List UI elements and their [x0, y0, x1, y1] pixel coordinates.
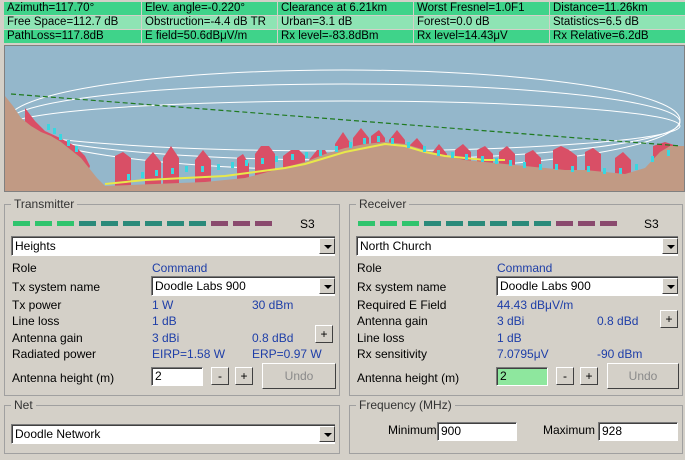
- stat-distance: Distance=11.26km: [550, 2, 685, 15]
- frequency-max-label: Maximum: [543, 423, 596, 437]
- rx-sensitivity-label: Rx sensitivity: [357, 347, 428, 361]
- stat-urban: Urban=3.1 dB: [278, 16, 413, 29]
- stat-rx-level-uv: Rx level=14.43μV: [414, 30, 549, 43]
- stat-free-space: Free Space=112.7 dB: [4, 16, 141, 29]
- transmitter-title: Transmitter: [11, 197, 78, 211]
- stat-azimuth: Azimuth=117.70°: [4, 2, 141, 15]
- rx-height-plus-button[interactable]: +: [580, 367, 598, 385]
- rx-sensitivity-dbm[interactable]: -90 dBm: [597, 347, 642, 361]
- tx-gain-label: Antenna gain: [12, 331, 83, 345]
- stat-rx-level-dbm: Rx level=-83.8dBm: [278, 30, 413, 43]
- net-value: Doodle Network: [15, 427, 101, 441]
- rx-height-minus-button[interactable]: -: [556, 367, 574, 385]
- rx-lineloss-value[interactable]: 1 dB: [497, 331, 522, 345]
- terrain-profile-view[interactable]: [4, 45, 685, 192]
- rx-role-value: Command: [497, 261, 553, 275]
- rx-lineloss-label: Line loss: [357, 331, 405, 345]
- rx-gain-plus-button[interactable]: +: [660, 310, 678, 328]
- frequency-min-label: Minimum: [388, 423, 437, 437]
- tx-height-input[interactable]: 2: [151, 367, 203, 386]
- rx-signal-meter: [358, 221, 630, 226]
- rx-sensitivity-uv[interactable]: 7.0795μV: [497, 347, 549, 361]
- frequency-panel: Frequency (MHz) Minimum 900 Maximum 928: [349, 398, 683, 454]
- frequency-min-input[interactable]: 900: [437, 422, 517, 441]
- receiver-title: Receiver: [356, 197, 410, 211]
- rx-height-input[interactable]: 2: [496, 367, 548, 386]
- stat-pathloss: PathLoss=117.8dB: [4, 30, 141, 43]
- tx-height-minus-button[interactable]: -: [211, 367, 229, 385]
- rx-system-value: Doodle Labs 900: [500, 279, 591, 293]
- tx-power-watts[interactable]: 1 W: [152, 298, 173, 312]
- chevron-down-icon[interactable]: [319, 278, 335, 294]
- rx-height-label: Antenna height (m): [357, 371, 460, 385]
- tx-system-label: Tx system name: [12, 280, 101, 294]
- rx-undo-button[interactable]: Undo: [607, 363, 679, 389]
- frequency-max-input[interactable]: 928: [598, 422, 678, 441]
- chevron-down-icon[interactable]: [662, 238, 678, 254]
- chevron-down-icon[interactable]: [662, 278, 678, 294]
- receiver-panel: Receiver S3 North Church Role Command Rx…: [349, 197, 683, 396]
- terrain-profile-graphic: [5, 69, 684, 191]
- rx-gain-dbd[interactable]: 0.8 dBd: [597, 314, 638, 328]
- tx-site-select[interactable]: Heights: [11, 236, 335, 256]
- chevron-down-icon[interactable]: [319, 426, 335, 442]
- tx-gain-dbi[interactable]: 3 dBi: [152, 331, 179, 345]
- tx-system-value: Doodle Labs 900: [155, 279, 246, 293]
- tx-height-plus-button[interactable]: +: [235, 367, 253, 385]
- tx-power-label: Tx power: [12, 298, 62, 312]
- tx-erp: ERP=0.97 W: [252, 347, 322, 361]
- stat-forest: Forest=0.0 dB: [414, 16, 549, 29]
- tx-gain-dbd[interactable]: 0.8 dBd: [252, 331, 293, 345]
- rx-system-label: Rx system name: [357, 280, 447, 294]
- tx-site-value: Heights: [15, 239, 56, 253]
- stat-rx-relative: Rx Relative=6.2dB: [550, 30, 685, 43]
- tx-power-dbm[interactable]: 30 dBm: [252, 298, 293, 312]
- stat-obstruction: Obstruction=-4.4 dB TR: [142, 16, 277, 29]
- stat-elevation: Elev. angle=-0.220°: [142, 2, 277, 15]
- rx-efield-value: 44.43 dBμV/m: [497, 298, 574, 312]
- rx-gain-dbi[interactable]: 3 dBi: [497, 314, 524, 328]
- rx-gain-label: Antenna gain: [357, 314, 428, 328]
- net-panel: Net Doodle Network: [4, 398, 340, 454]
- tx-radiated-label: Radiated power: [12, 347, 97, 361]
- stat-fresnel: Worst Fresnel=1.0F1: [414, 2, 549, 15]
- tx-lineloss-value[interactable]: 1 dB: [152, 314, 177, 328]
- transmitter-panel: Transmitter S3 Heights Role Command Tx s…: [4, 197, 340, 396]
- rx-site-select[interactable]: North Church: [356, 236, 678, 256]
- tx-eirp: EIRP=1.58 W: [152, 347, 226, 361]
- chevron-down-icon[interactable]: [319, 238, 335, 254]
- tx-lineloss-label: Line loss: [12, 314, 60, 328]
- rx-efield-label: Required E Field: [357, 298, 447, 312]
- rx-role-label: Role: [357, 261, 382, 275]
- tx-system-select[interactable]: Doodle Labs 900: [151, 276, 335, 296]
- rx-signal-label: S3: [644, 217, 659, 231]
- stat-statistics: Statistics=6.5 dB: [550, 16, 685, 29]
- tx-gain-plus-button[interactable]: +: [315, 325, 333, 343]
- tx-role-label: Role: [12, 261, 37, 275]
- net-title: Net: [11, 398, 36, 412]
- rx-system-select[interactable]: Doodle Labs 900: [496, 276, 678, 296]
- tx-signal-label: S3: [300, 217, 315, 231]
- tx-undo-button[interactable]: Undo: [262, 363, 336, 389]
- frequency-title: Frequency (MHz): [356, 398, 455, 412]
- tx-height-label: Antenna height (m): [12, 371, 115, 385]
- tx-role-value: Command: [152, 261, 208, 275]
- link-stats-grid: Azimuth=117.70° Elev. angle=-0.220° Clea…: [4, 2, 685, 44]
- stat-efield: E field=50.6dBμV/m: [142, 30, 277, 43]
- stat-clearance: Clearance at 6.21km: [278, 2, 413, 15]
- rx-site-value: North Church: [360, 239, 432, 253]
- net-select[interactable]: Doodle Network: [11, 424, 335, 444]
- tx-signal-meter: [13, 221, 285, 226]
